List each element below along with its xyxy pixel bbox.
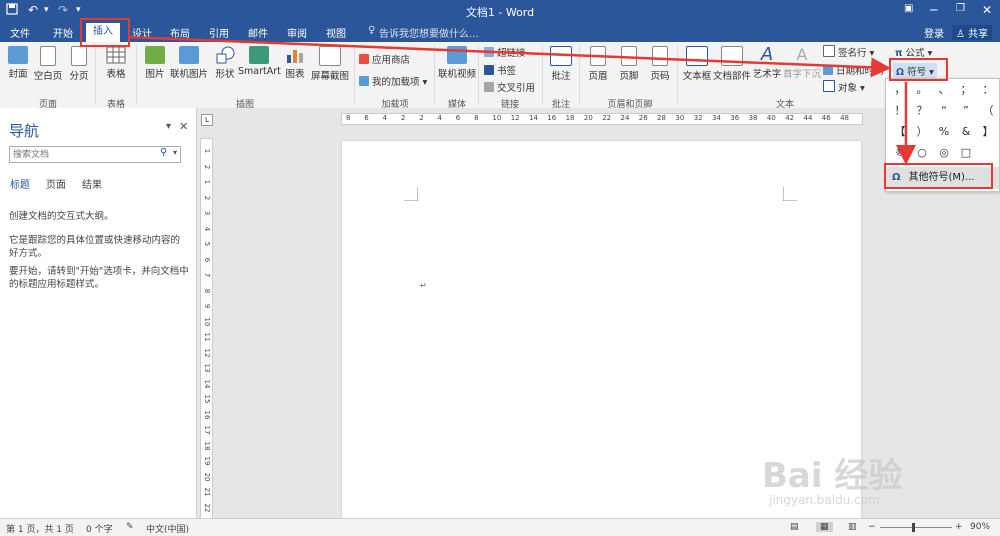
annotation-arrows (127, 35, 916, 165)
